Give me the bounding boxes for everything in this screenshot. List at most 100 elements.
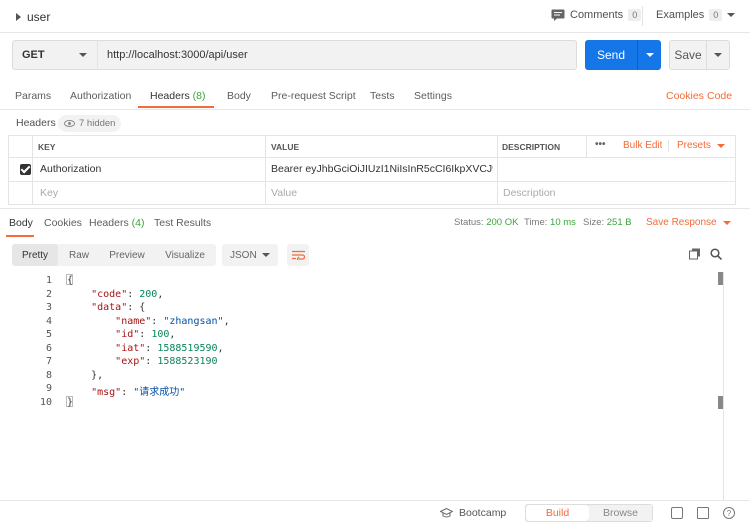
browse-mode-button[interactable]: Browse <box>589 505 652 521</box>
column-header-value: VALUE <box>271 142 300 152</box>
tab-authorization[interactable]: Authorization <box>70 90 131 102</box>
header-value-cell[interactable]: Bearer eyJhbGciOiJIUzI1NiIsInR5cCI6IkpXV… <box>271 163 493 175</box>
tab-headers-count: (8) <box>192 90 206 102</box>
response-tab-headers[interactable]: Headers (4) <box>89 217 144 229</box>
wrap-lines-button[interactable] <box>287 244 309 266</box>
code-line: "msg": "请求成功" <box>91 387 186 398</box>
code-line: }, <box>67 369 104 381</box>
format-select[interactable]: JSON <box>222 244 278 266</box>
json-key: "id" <box>115 329 140 340</box>
bootcamp-button[interactable]: Bootcamp <box>440 507 506 519</box>
column-header-description: DESCRIPTION <box>502 142 561 152</box>
tab-body[interactable]: Body <box>227 90 251 102</box>
format-value: JSON <box>230 249 257 261</box>
json-value: "zhangsan" <box>163 315 224 327</box>
copy-icon <box>689 248 700 260</box>
line-number: 9 <box>45 383 52 394</box>
new-key-input[interactable]: Key <box>40 187 58 199</box>
json-key: "iat" <box>115 342 146 354</box>
more-options-button[interactable]: ••• <box>595 139 606 150</box>
presets-dropdown[interactable]: Presets <box>677 140 725 151</box>
status-readout: Status: 200 OK <box>454 217 518 228</box>
table-border <box>497 135 498 205</box>
save-response-dropdown[interactable]: Save Response <box>646 217 731 228</box>
json-key: "msg" <box>91 387 122 398</box>
copy-button[interactable] <box>689 248 701 263</box>
table-border <box>8 157 736 158</box>
request-name: user <box>27 10 51 24</box>
code-line: "data": { <box>91 302 146 313</box>
line-number: 10 <box>39 396 52 408</box>
mode-visualize[interactable]: Visualize <box>154 244 216 266</box>
expand-triangle-icon[interactable] <box>16 13 21 21</box>
response-tab-body[interactable]: Body <box>9 217 33 229</box>
comments-button[interactable]: Comments 0 <box>551 9 642 21</box>
json-value: 1588519590 <box>157 342 218 354</box>
chevron-down-icon <box>716 143 725 148</box>
view-mode-segmented: Pretty Raw Preview Visualize <box>12 244 216 266</box>
editor-scrollbar-track[interactable] <box>723 272 724 500</box>
response-tab-headers-label: Headers <box>89 217 129 229</box>
tab-settings[interactable]: Settings <box>414 90 452 102</box>
code-line: "exp": 1588523190 <box>115 356 218 367</box>
response-tab-cookies[interactable]: Cookies <box>44 217 82 229</box>
size-readout: Size: 251 B <box>583 217 632 228</box>
examples-dropdown[interactable]: Examples 0 <box>656 9 736 21</box>
bulk-edit-link[interactable]: Bulk Edit <box>623 140 662 151</box>
save-options-dropdown[interactable] <box>707 53 729 57</box>
table-border <box>586 135 587 158</box>
table-border <box>8 181 736 182</box>
new-value-input[interactable]: Value <box>271 187 297 199</box>
code-line: "iat": 1588519590, <box>115 342 224 354</box>
chevron-down-icon <box>79 53 87 57</box>
time-readout: Time: 10 ms <box>524 217 576 228</box>
new-description-input[interactable]: Description <box>503 187 556 199</box>
header-key-cell[interactable]: Authorization <box>40 163 260 175</box>
mode-raw[interactable]: Raw <box>58 244 100 266</box>
tab-pre-request-script[interactable]: Pre-request Script <box>271 90 356 102</box>
save-button[interactable]: Save <box>669 40 730 70</box>
wrap-lines-icon <box>291 250 305 260</box>
active-tab-indicator <box>6 235 34 237</box>
tab-params[interactable]: Params <box>15 90 51 102</box>
table-border <box>735 135 736 205</box>
tab-headers[interactable]: Headers (8) <box>150 90 205 102</box>
size-value: 251 B <box>606 217 632 228</box>
search-button[interactable] <box>710 248 723 263</box>
line-number: 5 <box>45 329 52 340</box>
hidden-headers-toggle[interactable]: 7 hidden <box>58 115 122 132</box>
build-mode-button[interactable]: Build <box>526 505 589 521</box>
search-icon <box>710 248 723 261</box>
code-line: "id": 100, <box>115 329 176 340</box>
cookies-link[interactable]: Cookies <box>666 90 704 102</box>
status-value: 200 OK <box>486 217 519 228</box>
response-tab-test-results[interactable]: Test Results <box>154 217 211 229</box>
examples-label: Examples <box>656 9 705 21</box>
line-number: 2 <box>45 288 52 300</box>
line-number: 6 <box>45 342 52 354</box>
hidden-count: 7 hidden <box>79 118 116 129</box>
active-tab-indicator <box>138 106 214 108</box>
code-link[interactable]: Code <box>707 90 732 102</box>
response-tabs: Body Cookies Headers (4) Test Results St… <box>0 208 750 237</box>
header-enabled-checkbox[interactable] <box>20 164 31 175</box>
code-line: "code": 200, <box>91 288 164 300</box>
line-number: 7 <box>45 356 52 367</box>
layout-toggle-icon[interactable] <box>671 507 683 519</box>
send-button[interactable]: Send <box>585 40 661 70</box>
presets-label: Presets <box>677 140 711 151</box>
mode-pretty[interactable]: Pretty <box>12 244 58 266</box>
url-input[interactable]: http://localhost:3000/api/user <box>97 40 577 70</box>
method-select[interactable]: GET <box>12 40 98 70</box>
examples-count: 0 <box>709 9 723 21</box>
tab-tests[interactable]: Tests <box>370 90 395 102</box>
keyboard-shortcuts-icon[interactable] <box>697 507 709 519</box>
help-icon[interactable]: ? <box>723 507 735 519</box>
send-options-dropdown[interactable] <box>638 53 661 57</box>
headers-table: KEY VALUE DESCRIPTION ••• Bulk Edit Pres… <box>8 135 736 205</box>
mode-preview[interactable]: Preview <box>100 244 154 266</box>
json-value: 100 <box>151 329 170 340</box>
request-name-tab[interactable]: user <box>16 10 50 24</box>
response-body-editor[interactable]: 1 2 3 4 5 6 7 8 9 10 { "code": 200, "dat… <box>0 272 726 417</box>
table-border <box>8 135 9 205</box>
